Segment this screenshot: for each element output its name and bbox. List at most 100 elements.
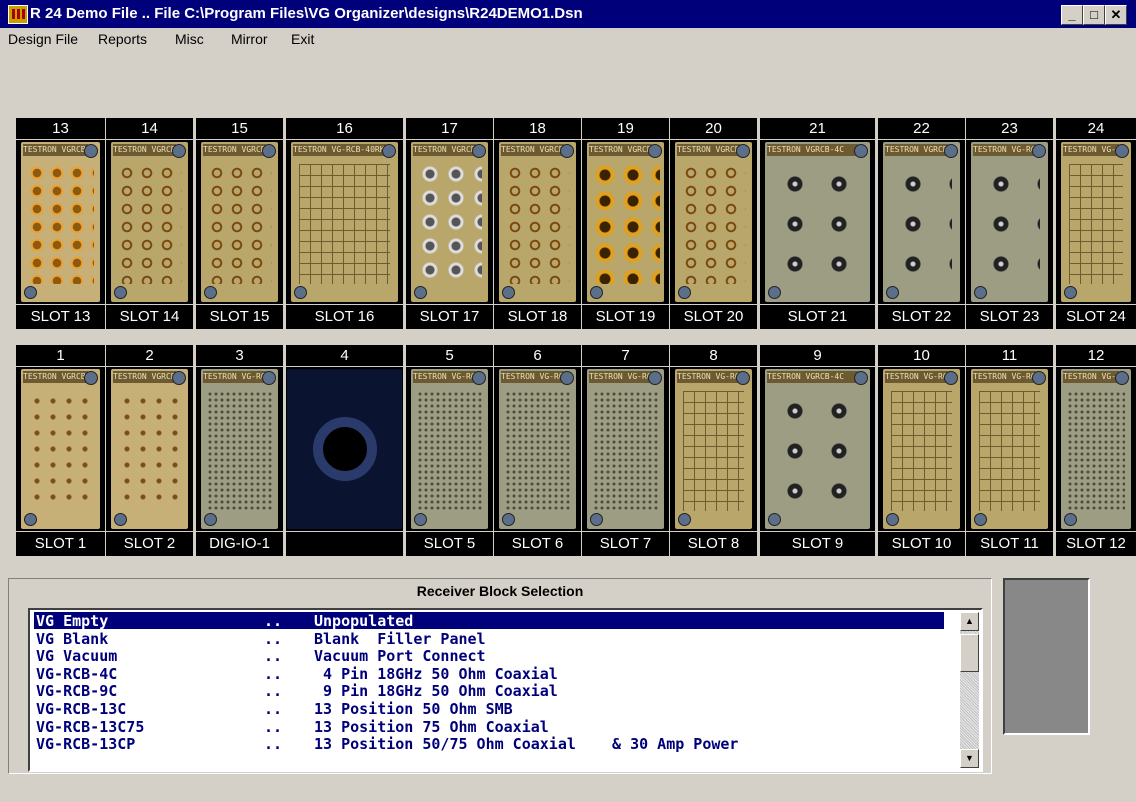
card-panel: TESTRON VG-RCB-110 <box>499 369 576 529</box>
latch-screw-icon <box>1064 513 1077 526</box>
receiver-card[interactable]: TESTRON VG-RCB-40RK <box>966 367 1053 531</box>
slot-number: 6 <box>494 345 581 366</box>
receiver-list-item[interactable]: VG-RCB-13C75.. 13 Position 75 Ohm Coaxial <box>34 717 944 736</box>
card-panel: TESTRON VG-RCB-40RK <box>971 369 1048 529</box>
slot-number: 14 <box>106 118 193 139</box>
slot-label: SLOT 17 <box>406 305 493 329</box>
slot-number: 23 <box>966 118 1053 139</box>
latch-screw-icon <box>768 513 781 526</box>
card-panel: TESTRON VGRCB-30CP <box>21 142 100 302</box>
receiver-title: Receiver Block Selection <box>416 583 584 599</box>
close-button[interactable]: ✕ <box>1105 5 1127 25</box>
menu-mirror[interactable]: Mirror <box>231 31 268 47</box>
receiver-list-item[interactable]: VG-RCB-4C.. 4 Pin 18GHz 50 Ohm Coaxial <box>34 664 944 683</box>
scroll-down-icon[interactable]: ▼ <box>960 749 979 768</box>
slot-label: SLOT 19 <box>582 305 669 329</box>
scroll-thumb[interactable] <box>960 634 979 672</box>
separator-dots: .. <box>264 612 283 630</box>
latch-screw-icon <box>84 144 98 158</box>
receiver-list-item[interactable]: VG Blank.. Blank Filler Panel <box>34 629 944 648</box>
slot-number: 9 <box>760 345 875 366</box>
slot-label: SLOT 20 <box>670 305 757 329</box>
receiver-card[interactable]: TESTRON VG-RCB-40RK <box>878 367 965 531</box>
menu-design-file[interactable]: Design File <box>8 31 78 47</box>
slot-label: SLOT 8 <box>670 532 757 556</box>
slot-number: 8 <box>670 345 757 366</box>
menu-misc[interactable]: Misc <box>175 31 204 47</box>
receiver-list-item[interactable]: VG Vacuum.. Vacuum Port Connect <box>34 647 944 665</box>
receiver-block-selection: Receiver Block Selection ▲ ▼ VG Empty.. U… <box>8 578 992 774</box>
receiver-card[interactable]: TESTRON VG-RCB-110 <box>1056 367 1136 531</box>
vertical-scrollbar[interactable]: ▲ ▼ <box>960 612 979 768</box>
app-icon[interactable] <box>8 5 28 24</box>
latch-screw-icon <box>114 286 127 299</box>
slot-label: SLOT 2 <box>106 532 193 556</box>
receiver-card[interactable]: TESTRON VGRCB-4C <box>760 367 875 531</box>
receiver-card[interactable]: TESTRON VG-RCB-40RK <box>1056 140 1136 304</box>
receiver-card[interactable]: TESTRON VGRCB-32P <box>16 367 105 531</box>
slot-number: 16 <box>286 118 403 139</box>
contact-pattern <box>979 391 1040 511</box>
receiver-card[interactable]: TESTRON VGRCB-30CP <box>196 140 283 304</box>
receiver-card[interactable]: TESTRON VGRCB-30CP <box>106 140 193 304</box>
receiver-card[interactable]: TESTRON VGRCB-4C <box>760 140 875 304</box>
receiver-card[interactable]: TESTRON VGRCB-13CP <box>406 140 493 304</box>
receiver-listbox[interactable]: ▲ ▼ VG Empty.. Unpopulated VG Blank.. Blank… <box>28 608 983 772</box>
latch-screw-icon <box>472 144 486 158</box>
slot-label: SLOT 13 <box>16 305 105 329</box>
card-panel: TESTRON VG-RCB-40RK <box>883 369 960 529</box>
receiver-card[interactable]: TESTRON VGRCB-32P <box>106 367 193 531</box>
separator-dots: .. <box>264 664 283 683</box>
receiver-card[interactable]: TESTRON VG-RCB-40RK <box>670 367 757 531</box>
receiver-card[interactable]: TESTRON VG-RCB-9C <box>966 140 1053 304</box>
menu-bar: Design File Reports Misc Mirror Exit <box>0 28 1136 50</box>
latch-screw-icon <box>648 144 662 158</box>
latch-screw-icon <box>974 513 987 526</box>
menu-reports[interactable]: Reports <box>98 31 147 47</box>
scroll-up-icon[interactable]: ▲ <box>960 612 979 631</box>
block-description: 13 Position 75 Ohm Coaxial <box>314 717 549 736</box>
latch-screw-icon <box>886 286 899 299</box>
latch-screw-icon <box>414 286 427 299</box>
receiver-card[interactable]: TESTRON VG-RCB-110 <box>494 367 581 531</box>
slot-number: 22 <box>878 118 965 139</box>
receiver-list-item[interactable]: VG-RCB-13C.. 13 Position 50 Ohm SMB <box>34 700 944 718</box>
maximize-button[interactable]: □ <box>1083 5 1105 25</box>
contact-pattern <box>1069 164 1123 284</box>
latch-screw-icon <box>84 371 98 385</box>
receiver-list-item[interactable]: VG Empty.. Unpopulated <box>34 612 944 630</box>
receiver-card[interactable]: TESTRON VGRCB-30CP <box>670 140 757 304</box>
latch-screw-icon <box>294 286 307 299</box>
receiver-card[interactable] <box>286 367 403 531</box>
block-description: 4 Pin 18GHz 50 Ohm Coaxial <box>314 664 558 683</box>
latch-screw-icon <box>590 513 603 526</box>
block-name: VG-RCB-13C <box>36 700 127 718</box>
receiver-card[interactable]: TESTRON VG-RCB-110 <box>406 367 493 531</box>
receiver-card[interactable]: TESTRON VGRCB-4C <box>878 140 965 304</box>
contact-pattern <box>891 164 952 284</box>
slot-number: 19 <box>582 118 669 139</box>
receiver-card[interactable]: TESTRON VG-RCB-110 <box>196 367 283 531</box>
latch-screw-icon <box>560 144 574 158</box>
receiver-card[interactable]: TESTRON VGRCB-30CP <box>16 140 105 304</box>
latch-screw-icon <box>678 513 691 526</box>
card-model-label: TESTRON VGRCB-4C <box>885 144 948 156</box>
latch-screw-icon <box>1032 371 1046 385</box>
menu-exit[interactable]: Exit <box>291 31 314 47</box>
card-model-label: TESTRON VGRCB-30CP <box>113 144 176 156</box>
receiver-list-item[interactable]: VG-RCB-9C.. 9 Pin 18GHz 50 Ohm Coaxial <box>34 682 944 700</box>
receiver-card[interactable]: TESTRON VGRCB-22CP <box>494 140 581 304</box>
receiver-list-item[interactable]: VG-RCB-13CP.. 13 Position 50/75 Ohm Coaxi… <box>34 735 944 753</box>
receiver-card[interactable]: TESTRON VG-RCB-110 <box>582 367 669 531</box>
slot-label: SLOT 12 <box>1056 532 1136 556</box>
contact-pattern <box>505 391 570 511</box>
block-description: Blank Filler Panel <box>314 629 486 648</box>
card-panel: TESTRON VGRCB-4C <box>765 142 870 302</box>
card-model-label: TESTRON VGRCB-32P <box>113 371 176 383</box>
contact-pattern <box>979 164 1040 284</box>
contact-pattern <box>119 393 180 509</box>
minimize-button[interactable]: _ <box>1061 5 1083 25</box>
receiver-card[interactable]: TESTRON VG-RCB-40RK <box>286 140 403 304</box>
receiver-card[interactable]: TESTRON VGRCB-13C15 <box>582 140 669 304</box>
contact-pattern <box>117 164 182 284</box>
